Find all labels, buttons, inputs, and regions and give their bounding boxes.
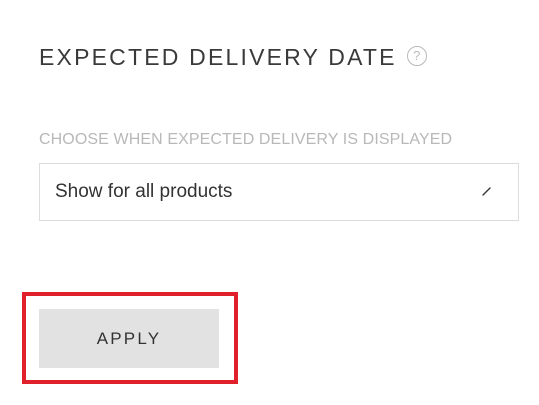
display-option-select[interactable]: Show for all products (39, 163, 519, 221)
apply-button[interactable]: APPLY (39, 309, 219, 368)
help-icon[interactable]: ? (406, 46, 427, 66)
chevron-down-icon (482, 187, 491, 196)
field-label: CHOOSE WHEN EXPECTED DELIVERY IS DISPLAY… (39, 131, 453, 148)
delivery-settings-panel: EXPECTED DELIVERY DATE ? CHOOSE WHEN EXP… (0, 0, 539, 405)
section-title: EXPECTED DELIVERY DATE (39, 44, 397, 70)
select-value: Show for all products (55, 181, 233, 202)
section-header: EXPECTED DELIVERY DATE ? (39, 42, 427, 72)
